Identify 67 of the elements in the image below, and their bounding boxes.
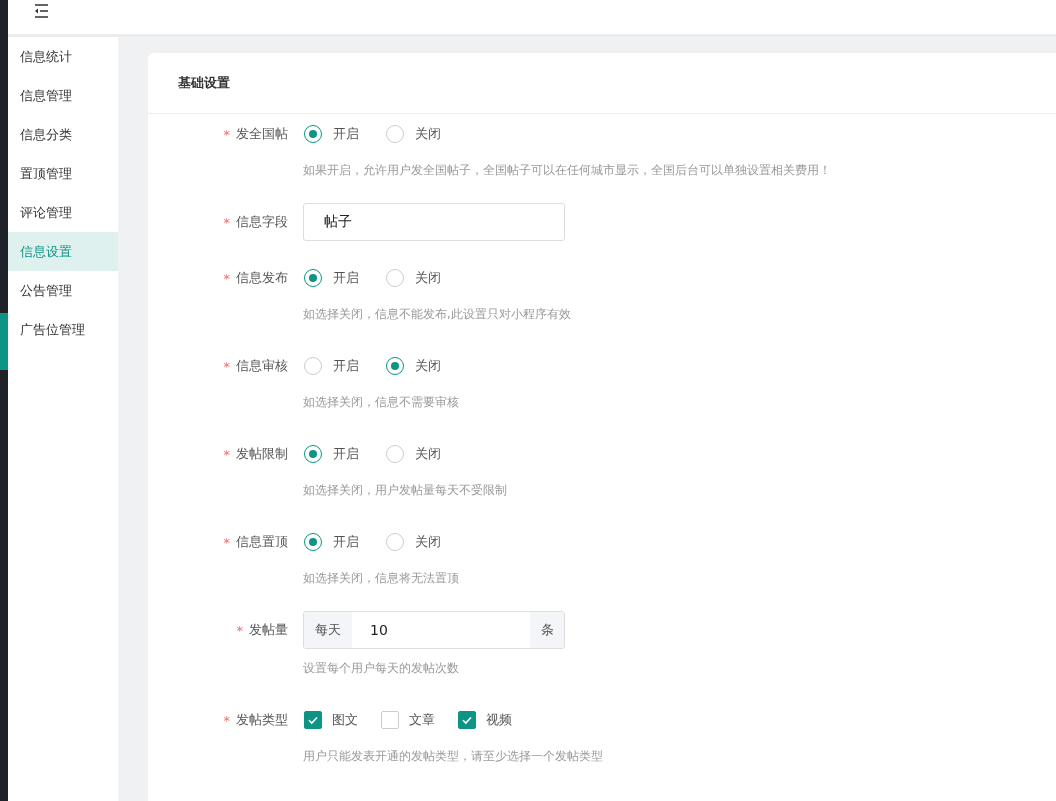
field-label: 发全国帖 bbox=[236, 125, 288, 143]
radio-option[interactable]: 开启 bbox=[303, 357, 359, 375]
checkbox-option[interactable]: 图文 bbox=[303, 711, 358, 729]
option-label: 关闭 bbox=[415, 533, 441, 551]
hint-text: 如选择关闭，信息不能发布,此设置只对小程序有效 bbox=[303, 306, 571, 323]
field-label: 信息发布 bbox=[236, 269, 288, 287]
option-label: 开启 bbox=[333, 357, 359, 375]
hint-text: 如选择关闭，信息将无法置顶 bbox=[303, 570, 460, 587]
option-label: 文章 bbox=[409, 711, 435, 729]
checkbox[interactable] bbox=[458, 711, 476, 729]
hint-text: 如选择关闭，信息不需要审核 bbox=[303, 394, 460, 411]
radio-option[interactable]: 关闭 bbox=[385, 445, 441, 463]
field-suffix: 条 bbox=[530, 612, 564, 648]
radio-option[interactable]: 关闭 bbox=[385, 357, 441, 375]
field-label: 信息置顶 bbox=[236, 533, 288, 551]
radio-option[interactable]: 开启 bbox=[303, 269, 359, 287]
sidebar-item[interactable]: 公告管理 bbox=[8, 271, 118, 310]
required-mark: * bbox=[236, 622, 243, 638]
card-title: 基础设置 bbox=[148, 53, 1056, 114]
field-label: 信息字段 bbox=[236, 213, 288, 231]
field-prefix: 每天 bbox=[304, 612, 352, 648]
checkbox-option[interactable]: 视频 bbox=[457, 711, 512, 729]
sidebar-item[interactable]: 评论管理 bbox=[8, 193, 118, 232]
field-label: 发帖限制 bbox=[236, 445, 288, 463]
field-label: 信息审核 bbox=[236, 357, 288, 375]
check-icon bbox=[461, 714, 473, 726]
sidebar-item[interactable]: 信息分类 bbox=[8, 115, 118, 154]
option-label: 关闭 bbox=[415, 125, 441, 143]
number-input-group[interactable]: 每天 10 条 bbox=[303, 611, 565, 649]
required-mark: * bbox=[223, 446, 230, 462]
option-label: 开启 bbox=[333, 125, 359, 143]
checkbox-option[interactable]: 文章 bbox=[380, 711, 435, 729]
sidebar-item[interactable]: 广告位管理 bbox=[8, 310, 118, 349]
option-label: 关闭 bbox=[415, 357, 441, 375]
hint-text: 如选择关闭，用户发帖量每天不受限制 bbox=[303, 482, 507, 499]
radio-option[interactable]: 开启 bbox=[303, 125, 359, 143]
menu-icon[interactable] bbox=[32, 4, 50, 18]
option-label: 视频 bbox=[486, 711, 512, 729]
option-label: 开启 bbox=[333, 445, 359, 463]
checkbox[interactable] bbox=[304, 711, 322, 729]
required-mark: * bbox=[223, 358, 230, 374]
required-mark: * bbox=[223, 712, 230, 728]
hint-text: 如果开启，允许用户发全国帖子，全国帖子可以在任何城市显示，全国后台可以单独设置相关费用！ bbox=[303, 162, 831, 179]
radio-option[interactable]: 关闭 bbox=[385, 269, 441, 287]
hint-text: 用户只能发表开通的发帖类型，请至少选择一个发帖类型 bbox=[303, 748, 603, 765]
option-label: 开启 bbox=[333, 533, 359, 551]
required-mark: * bbox=[223, 270, 230, 286]
option-label: 关闭 bbox=[415, 269, 441, 287]
option-label: 开启 bbox=[333, 269, 359, 287]
checkbox[interactable] bbox=[381, 711, 399, 729]
text-field[interactable]: 帖子 bbox=[303, 203, 565, 241]
sidebar-item[interactable]: 信息管理 bbox=[8, 76, 118, 115]
required-mark: * bbox=[223, 534, 230, 550]
radio-option[interactable]: 开启 bbox=[303, 533, 359, 551]
radio-option[interactable]: 关闭 bbox=[385, 533, 441, 551]
hint-text: 设置每个用户每天的发帖次数 bbox=[303, 660, 460, 677]
radio-option[interactable]: 关闭 bbox=[385, 125, 441, 143]
field-label: 发帖类型 bbox=[236, 711, 288, 729]
field-label: 发帖量 bbox=[249, 621, 288, 639]
required-mark: * bbox=[223, 126, 230, 142]
option-label: 图文 bbox=[332, 711, 358, 729]
check-icon bbox=[307, 714, 319, 726]
required-mark: * bbox=[223, 214, 230, 230]
sidebar-item[interactable]: 置顶管理 bbox=[8, 154, 118, 193]
sidebar-item[interactable]: 信息统计 bbox=[8, 37, 118, 76]
option-label: 关闭 bbox=[415, 445, 441, 463]
radio-option[interactable]: 开启 bbox=[303, 445, 359, 463]
